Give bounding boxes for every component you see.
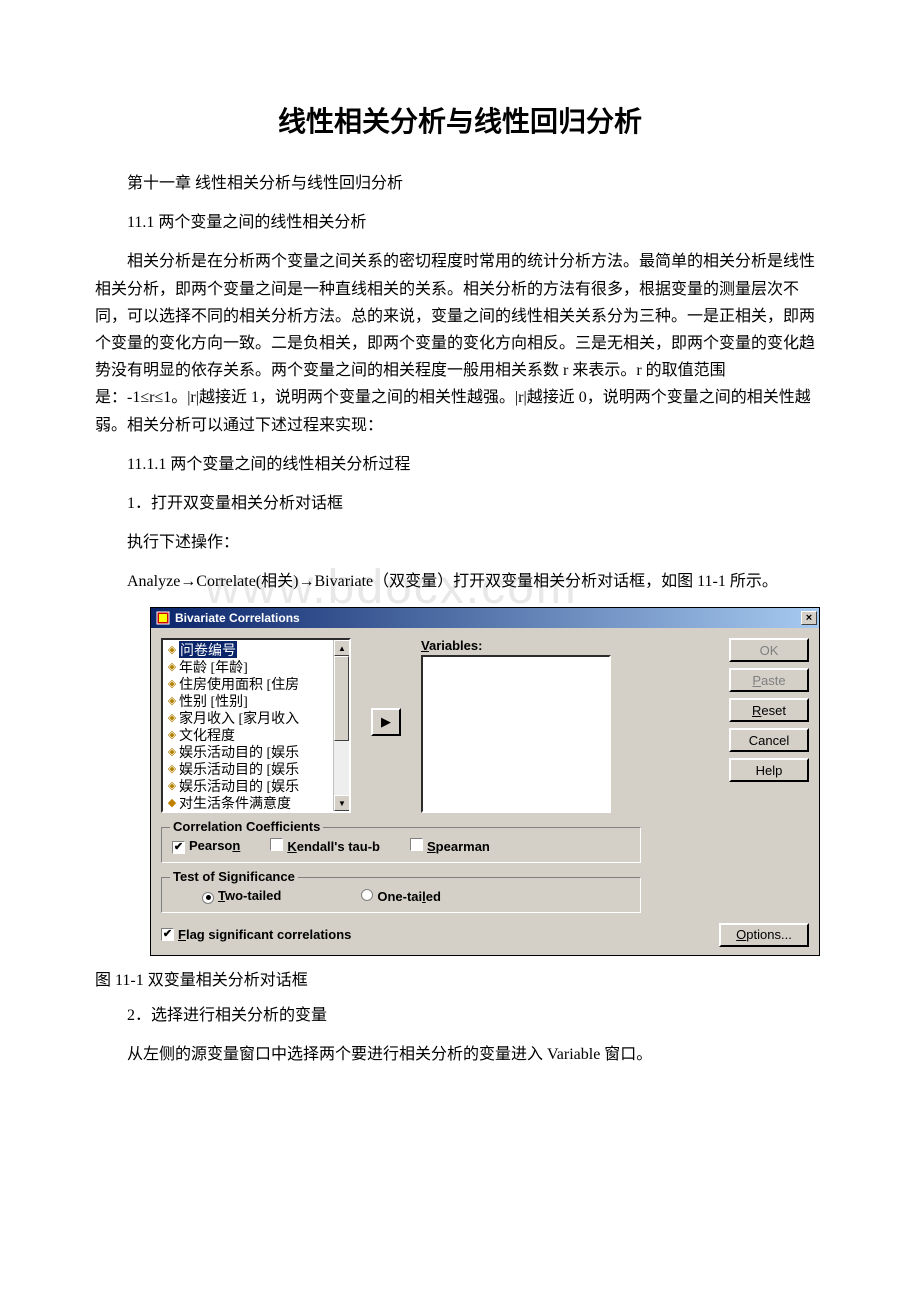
variable-icon: ◈ [165,745,179,758]
scroll-thumb[interactable] [334,656,349,741]
list-item[interactable]: ◈文化程度 [163,726,349,743]
variable-icon: ◈ [165,779,179,792]
variable-icon: ◈ [165,643,179,656]
variables-label: Variables: [421,638,621,653]
step-1-heading: 1．打开双变量相关分析对话框 [95,490,825,517]
chapter-heading: 第十一章 线性相关分析与线性回归分析 [95,170,825,197]
listbox-scrollbar[interactable]: ▲ ▼ [333,640,349,811]
one-tailed-radio[interactable]: One-tailed [361,889,441,904]
bivariate-dialog: Bivariate Correlations × ◈问卷编号 ◈年龄 [年龄] … [150,607,820,956]
section-heading-11-1: 11.1 两个变量之间的线性相关分析 [95,209,825,236]
variable-icon: ◈ [165,660,179,673]
arrow-right-icon: ▶ [381,714,391,730]
figure-caption: 图 11-1 双变量相关分析对话框 [95,966,825,990]
scroll-up-button[interactable]: ▲ [334,640,350,656]
correlation-coefficients-group: Correlation Coefficients ✔Pearson Kendal… [161,827,641,863]
variable-icon: ◈ [165,694,179,707]
reset-button[interactable]: Reset [729,698,809,722]
list-item[interactable]: ◆对生活条件满意度 [163,794,349,811]
spearman-checkbox[interactable]: Spearman [410,838,490,854]
cancel-button[interactable]: Cancel [729,728,809,752]
variable-icon: ◈ [165,762,179,775]
dialog-titlebar: Bivariate Correlations × [151,608,819,628]
test-of-significance-group: Test of Significance Two-tailed One-tail… [161,877,641,913]
flag-significant-checkbox[interactable]: ✔Flag significant correlations [161,927,351,942]
subsection-heading-11-1-1: 11.1.1 两个变量之间的线性相关分析过程 [95,451,825,478]
variable-icon: ◈ [165,677,179,690]
variable-icon: ◈ [165,711,179,724]
list-item[interactable]: ◈家月收入 [家月收入 [163,709,349,726]
two-tailed-radio[interactable]: Two-tailed [202,888,281,904]
body-paragraph: 执行下述操作： [95,529,825,556]
body-paragraph: 从左侧的源变量窗口中选择两个要进行相关分析的变量进入 Variable 窗口。 [95,1041,825,1068]
source-variables-listbox[interactable]: ◈问卷编号 ◈年龄 [年龄] ◈住房使用面积 [住房 ◈性别 [性别] ◈家月收… [161,638,351,813]
pearson-checkbox[interactable]: ✔Pearson [172,838,240,854]
dialog-close-button[interactable]: × [801,611,817,625]
body-paragraph: Analyze→Correlate(相关)→Bivariate（双变量）打开双变… [95,568,825,595]
list-item[interactable]: ◈娱乐活动目的 [娱乐 [163,743,349,760]
list-item[interactable]: ◈问卷编号 [163,641,349,658]
options-button[interactable]: Options... [719,923,809,947]
variable-icon: ◆ [165,796,179,809]
help-button[interactable]: Help [729,758,809,782]
group-legend: Test of Significance [170,869,298,884]
step-2-heading: 2．选择进行相关分析的变量 [95,1002,825,1029]
paste-button[interactable]: Paste [729,668,809,692]
body-paragraph: 相关分析是在分析两个变量之间关系的密切程度时常用的统计分析方法。最简单的相关分析… [95,248,825,438]
move-right-button[interactable]: ▶ [371,708,401,736]
list-item[interactable]: ◈年龄 [年龄] [163,658,349,675]
ok-button[interactable]: OK [729,638,809,662]
scroll-down-button[interactable]: ▼ [334,795,350,811]
list-item[interactable]: ◈娱乐活动目的 [娱乐 [163,760,349,777]
kendall-checkbox[interactable]: Kendall's tau-b [270,838,380,854]
group-legend: Correlation Coefficients [170,819,323,834]
list-item[interactable]: ◈性别 [性别] [163,692,349,709]
list-item[interactable]: ◈住房使用面积 [住房 [163,675,349,692]
variable-icon: ◈ [165,728,179,741]
dialog-app-icon [155,610,171,626]
page-title: 线性相关分析与线性回归分析 [95,100,825,140]
list-item[interactable]: ◈娱乐活动目的 [娱乐 [163,777,349,794]
dialog-title-text: Bivariate Correlations [175,611,801,625]
target-variables-listbox[interactable] [421,655,611,813]
